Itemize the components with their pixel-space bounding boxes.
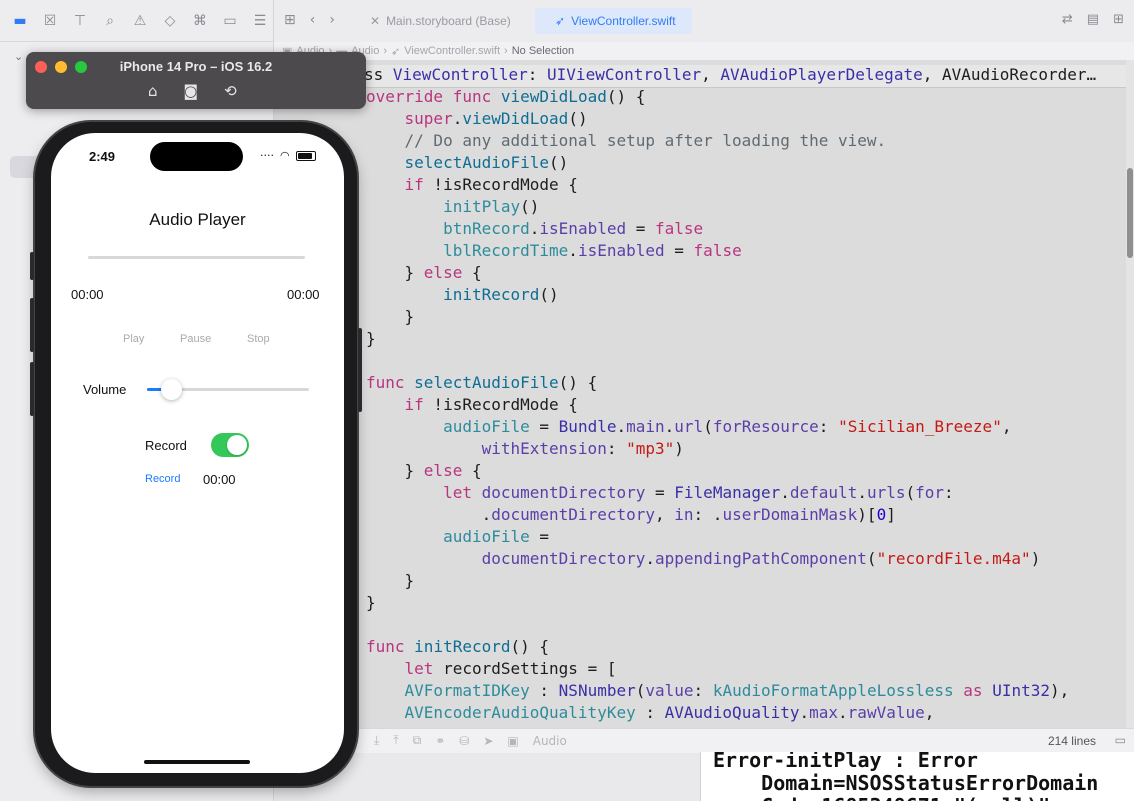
- app-title: Audio Player: [149, 210, 246, 229]
- phone-screen: 2:49 ···· ◠ Audio Player 00:00 00:00 Pla…: [51, 133, 344, 773]
- code-text[interactable]: override func viewDidLoad() { super.view…: [366, 86, 1069, 724]
- home-indicator[interactable]: [144, 760, 250, 764]
- volume-down-button: [30, 362, 34, 416]
- location-icon[interactable]: ➤: [483, 734, 493, 748]
- debug-bar: ⤓ ⤒ ⧉ ⚭ ⛁ ➤ ▣ Audio 214 lines ▭: [274, 728, 1134, 753]
- swift-icon: ➶: [555, 14, 566, 28]
- swift-icon: ➶: [391, 45, 401, 58]
- record-time-label: 00:00: [203, 472, 236, 487]
- home-icon[interactable]: ⌂: [148, 82, 158, 100]
- tag-icon[interactable]: ⌘: [188, 9, 212, 33]
- tab-label: Main.storyboard (Base): [386, 14, 511, 28]
- playback-progress: [88, 256, 305, 259]
- wifi-icon: ◠: [280, 149, 290, 162]
- tab-main-storyboard[interactable]: ✕ Main.storyboard (Base): [370, 10, 511, 32]
- x-square-icon[interactable]: ☒: [38, 9, 62, 33]
- diamond-icon[interactable]: ◇: [158, 9, 182, 33]
- breadcrumb-file[interactable]: ViewController.swift: [404, 45, 500, 57]
- step-into-icon[interactable]: ⤓: [374, 733, 379, 748]
- record-button[interactable]: Record: [145, 473, 180, 485]
- step-out-icon[interactable]: ⤒: [393, 733, 398, 748]
- navigator-toolbar: ▬ ☒ ⊤ ⌕ ⚠ ◇ ⌘ ▭ ☰: [0, 0, 273, 42]
- current-time-label: 00:00: [71, 287, 104, 302]
- code-editor[interactable]: ss ViewController: UIViewController, AVA…: [274, 60, 1134, 728]
- back-icon[interactable]: ‹: [310, 12, 316, 28]
- debug-console[interactable]: Error-initPlay : Error Domain=NSOSStatus…: [700, 752, 1134, 801]
- editor-scrollbar[interactable]: [1126, 60, 1134, 728]
- editor-scroll-thumb[interactable]: [1127, 168, 1133, 258]
- play-button[interactable]: Play: [123, 333, 144, 345]
- grid-icon[interactable]: ⊞: [284, 12, 296, 28]
- app-icon: ▣: [507, 733, 519, 748]
- stop-button[interactable]: Stop: [247, 333, 270, 345]
- scheme-label[interactable]: Audio: [533, 734, 567, 748]
- volume-slider-thumb[interactable]: [161, 379, 182, 400]
- console-output: Error-initPlay : Error Domain=NSOSStatus…: [713, 752, 1099, 801]
- search-icon[interactable]: ⌕: [98, 9, 122, 33]
- refresh-icon[interactable]: ⇄: [1062, 12, 1073, 27]
- editor-options-icon[interactable]: ▤: [1087, 12, 1099, 27]
- signal-icon: ····: [260, 149, 274, 162]
- editor-tab-bar: ⊞ ‹ › ✕ Main.storyboard (Base) ➶ ViewCon…: [274, 0, 1134, 43]
- simulator-title: iPhone 14 Pro – iOS 16.2: [119, 59, 273, 74]
- record-mode-label: Record: [145, 438, 187, 453]
- battery-icon: [295, 150, 316, 161]
- dynamic-island: [150, 142, 243, 171]
- end-time-label: 00:00: [287, 287, 320, 302]
- breadcrumb-selection[interactable]: No Selection: [512, 45, 574, 57]
- memory-graph-icon[interactable]: ⚭: [435, 734, 445, 748]
- volume-up-button: [30, 298, 34, 352]
- tab-label: ViewController.swift: [571, 14, 676, 28]
- jump-bar: ▣ Audio › ▬ Audio › ➶ ViewController.swi…: [274, 42, 1134, 60]
- view-hierarchy-icon[interactable]: ⧉: [413, 733, 422, 748]
- tab-viewcontroller-swift[interactable]: ➶ ViewController.swift: [535, 8, 692, 34]
- disclosure-icon[interactable]: ⌄: [14, 50, 23, 63]
- rotate-icon[interactable]: ⟲: [224, 82, 237, 100]
- add-editor-icon[interactable]: ⊞: [1113, 12, 1124, 27]
- close-icon[interactable]: ✕: [370, 14, 380, 28]
- pause-button[interactable]: Pause: [180, 333, 211, 345]
- panel-toggle-icon[interactable]: ▭: [1115, 733, 1126, 747]
- report-icon[interactable]: ☰: [248, 9, 272, 33]
- warning-icon[interactable]: ⚠: [128, 9, 152, 33]
- power-button: [358, 328, 362, 412]
- code-class-declaration: ss ViewController: UIViewController, AVA…: [364, 65, 1134, 88]
- screenshot-icon[interactable]: ◙: [184, 82, 199, 100]
- simulator-window-bar: iPhone 14 Pro – iOS 16.2 ⌂ ◙ ⟲: [26, 52, 366, 109]
- environment-icon[interactable]: ⛁: [459, 734, 469, 748]
- line-count: 214 lines: [1047, 734, 1096, 748]
- folder-icon[interactable]: ▬: [8, 9, 32, 33]
- record-mode-switch-knob[interactable]: [227, 435, 247, 455]
- hierarchy-icon[interactable]: ⊤: [68, 9, 92, 33]
- volume-label: Volume: [83, 382, 127, 397]
- forward-icon[interactable]: ›: [329, 12, 335, 28]
- mute-switch: [30, 252, 34, 280]
- breakpoint-icon[interactable]: ▭: [218, 9, 242, 33]
- status-time: 2:49: [89, 149, 116, 164]
